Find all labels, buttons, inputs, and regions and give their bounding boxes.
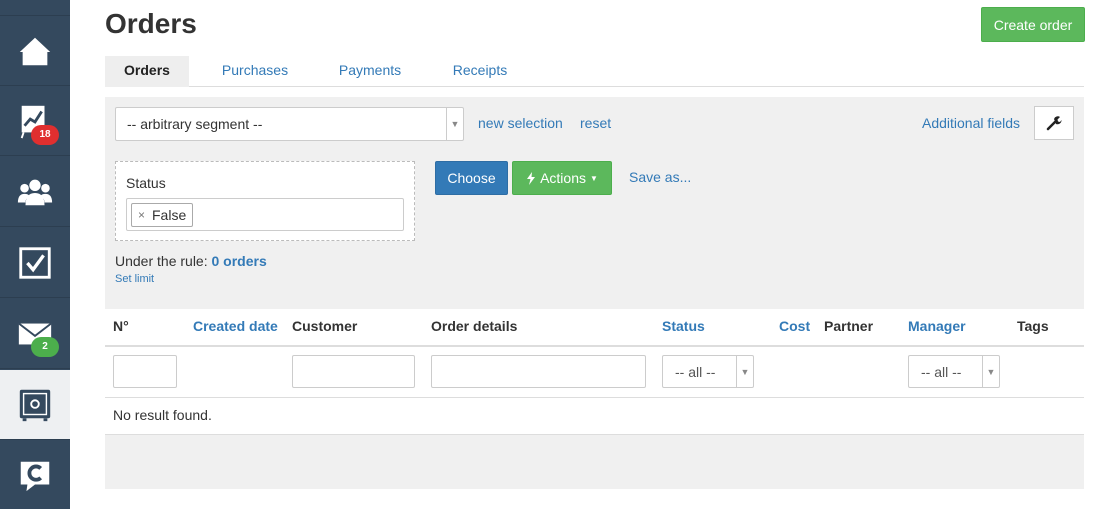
create-order-button[interactable]: Create order	[981, 7, 1085, 42]
sidebar-item-chat[interactable]	[0, 440, 70, 509]
empty-result-message: No result found.	[113, 407, 212, 423]
column-cost[interactable]: Cost	[779, 318, 810, 334]
sidebar-top-item[interactable]	[0, 0, 70, 16]
sidebar-item-tasks[interactable]	[0, 228, 70, 298]
column-order-details: Order details	[431, 318, 518, 334]
status-filter-input[interactable]: × False	[126, 198, 404, 231]
chat-icon	[20, 461, 50, 492]
home-icon	[19, 37, 51, 65]
manager-filter-select-value: -- all --	[921, 364, 962, 380]
sidebar-item-store[interactable]	[0, 370, 70, 440]
column-customer: Customer	[292, 318, 358, 334]
safe-icon	[19, 389, 51, 421]
new-selection-link[interactable]: new selection	[478, 115, 563, 131]
reset-link[interactable]: reset	[580, 115, 611, 131]
remove-chip-icon[interactable]: ×	[138, 204, 145, 226]
chevron-down-icon: ▼	[736, 356, 753, 387]
segment-select-value: -- arbitrary segment --	[127, 116, 263, 132]
additional-fields-link[interactable]: Additional fields	[922, 115, 1020, 131]
messages-badge: 2	[31, 337, 59, 357]
actions-button[interactable]: Actions ▼	[512, 161, 612, 195]
chevron-down-icon: ▼	[446, 108, 463, 140]
tasks-icon	[19, 246, 51, 279]
users-icon	[17, 179, 53, 205]
customer-filter-input[interactable]	[292, 355, 415, 388]
set-limit-link[interactable]: Set limit	[115, 273, 154, 285]
rule-summary: Under the rule: 0 orders	[115, 253, 267, 269]
table-row-divider	[105, 397, 1084, 398]
choose-button[interactable]: Choose	[435, 161, 508, 195]
status-filter-select[interactable]: -- all -- ▼	[662, 355, 754, 388]
status-filter-label: Status	[126, 175, 166, 191]
rule-prefix: Under the rule:	[115, 253, 208, 269]
number-filter-input[interactable]	[113, 355, 177, 388]
status-chip-label: False	[152, 207, 187, 223]
sidebar-item-customers[interactable]	[0, 157, 70, 227]
column-tags: Tags	[1017, 318, 1049, 334]
status-filter-box: Status × False	[115, 161, 415, 241]
column-created-date[interactable]: Created date	[193, 318, 278, 334]
column-manager[interactable]: Manager	[908, 318, 966, 334]
table-header-divider	[105, 345, 1084, 347]
tab-payments[interactable]: Payments	[327, 56, 413, 87]
order-details-filter-input[interactable]	[431, 355, 646, 388]
page-title: Orders	[105, 8, 197, 39]
column-number: N°	[113, 318, 129, 334]
sidebar-item-home[interactable]	[0, 16, 70, 86]
analytics-badge: 18	[31, 125, 59, 145]
filter-panel: -- arbitrary segment -- ▼ new selection …	[105, 97, 1084, 309]
segment-select[interactable]: -- arbitrary segment -- ▼	[115, 107, 464, 141]
column-status[interactable]: Status	[662, 318, 705, 334]
rule-count-link[interactable]: 0 orders	[212, 253, 267, 269]
caret-down-icon: ▼	[590, 173, 598, 183]
status-chip: × False	[131, 203, 194, 227]
column-partner: Partner	[824, 318, 874, 334]
sidebar-item-analytics[interactable]: 18	[0, 86, 70, 156]
sidebar: 18 2	[0, 0, 70, 509]
tab-purchases[interactable]: Purchases	[211, 56, 299, 87]
actions-label: Actions	[540, 170, 586, 186]
tab-receipts[interactable]: Receipts	[445, 56, 515, 87]
tab-orders[interactable]: Orders	[105, 56, 189, 87]
status-filter-select-value: -- all --	[675, 364, 716, 380]
save-as-link[interactable]: Save as...	[629, 169, 691, 185]
manager-filter-select[interactable]: -- all -- ▼	[908, 355, 1000, 388]
chevron-down-icon: ▼	[982, 356, 999, 387]
settings-button[interactable]	[1034, 106, 1074, 140]
lightning-icon	[527, 171, 536, 185]
sidebar-item-messages[interactable]: 2	[0, 299, 70, 369]
table-footer	[105, 435, 1084, 489]
wrench-icon	[1046, 116, 1062, 131]
tabs-bar: Orders Purchases Payments Receipts	[105, 56, 1084, 87]
